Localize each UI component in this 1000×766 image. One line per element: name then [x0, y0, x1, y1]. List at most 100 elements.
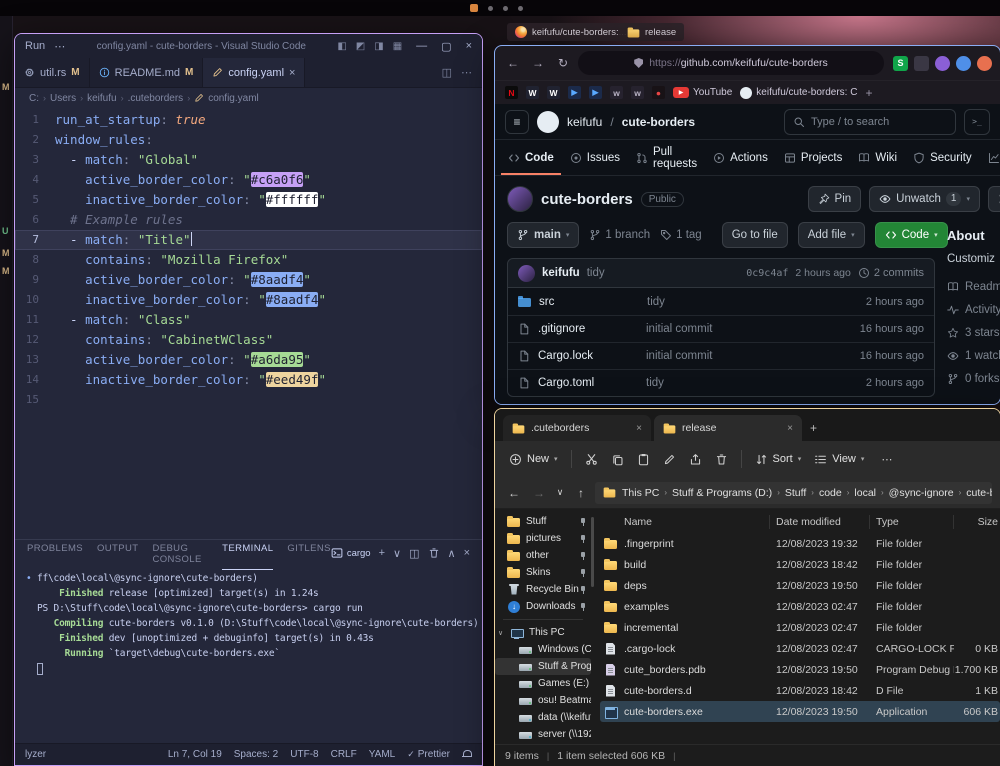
- terminal-dropdown-icon[interactable]: ∨: [393, 547, 401, 560]
- repo-tab-security[interactable]: Security: [906, 140, 979, 175]
- column-header[interactable]: Type: [870, 515, 954, 529]
- bookmark-item[interactable]: w: [610, 86, 623, 99]
- unwatch-button[interactable]: Unwatch 1 ▾: [869, 186, 980, 212]
- workspace-dot-icon[interactable]: [518, 5, 523, 11]
- breadcrumb-user[interactable]: keifufu: [567, 115, 602, 129]
- address-crumb[interactable]: Stuff: [785, 487, 806, 499]
- editor-tab[interactable]: README.md M: [89, 58, 204, 87]
- menu-more-icon[interactable]: ⋯: [54, 40, 65, 53]
- status-item[interactable]: ✓ Prettier: [407, 749, 450, 760]
- file-link[interactable]: .gitignore: [538, 323, 638, 335]
- commit-message-link[interactable]: tidy: [647, 296, 858, 308]
- maximize-panel-icon[interactable]: ∧: [448, 547, 456, 560]
- go-to-file-button[interactable]: Go to file: [721, 222, 788, 248]
- file-row[interactable]: .gitignore initial commit 16 hours ago: [508, 315, 934, 342]
- bookmark-item[interactable]: +: [865, 86, 872, 100]
- status-item[interactable]: Ln 7, Col 19: [168, 749, 222, 760]
- sort-button[interactable]: Sort ▾: [755, 453, 801, 466]
- file-row[interactable]: examples 12/08/2023 02:47 File folder: [600, 596, 1000, 617]
- url-bar[interactable]: https://github.com/keifufu/cute-borders: [578, 51, 884, 75]
- layout-panel-icon[interactable]: ◩: [356, 41, 365, 52]
- status-rust-analyzer[interactable]: lyzer: [25, 749, 46, 760]
- file-row[interactable]: Cargo.toml tidy 2 hours ago: [508, 369, 934, 396]
- editor-tab[interactable]: util.rs M: [15, 58, 90, 87]
- extension-4-icon[interactable]: [977, 55, 992, 71]
- status-item[interactable]: UTF-8: [290, 749, 318, 760]
- maximize-button[interactable]: ▢: [441, 40, 451, 53]
- breadcrumb-item[interactable]: C:: [29, 93, 39, 104]
- repo-tab-wiki[interactable]: Wiki: [851, 140, 904, 175]
- github-logo-icon[interactable]: [537, 110, 559, 133]
- pin-button[interactable]: Pin: [807, 186, 862, 212]
- bookmark-item[interactable]: w: [631, 86, 644, 99]
- editor-more-icon[interactable]: ⋯: [461, 66, 472, 79]
- forward-button[interactable]: →: [528, 56, 548, 70]
- system-tray-icon[interactable]: [470, 4, 478, 12]
- repo-tab-pull-requests[interactable]: Pull requests: [629, 140, 704, 175]
- sponsorblock-icon[interactable]: S: [893, 55, 908, 71]
- hamburger-menu-icon[interactable]: ≡: [505, 109, 529, 134]
- close-panel-icon[interactable]: ×: [464, 547, 470, 559]
- repo-name[interactable]: cute-borders: [541, 191, 633, 208]
- menu-run[interactable]: Run: [25, 40, 45, 52]
- file-row[interactable]: src tidy 2 hours ago: [508, 288, 934, 315]
- more-options-icon[interactable]: ⋯: [881, 453, 892, 466]
- explorer-tab[interactable]: .cuteborders ×: [503, 415, 651, 441]
- file-link[interactable]: src: [539, 296, 639, 308]
- extension-1-icon[interactable]: [914, 55, 929, 71]
- file-row[interactable]: Cargo.lock initial commit 16 hours ago: [508, 342, 934, 369]
- sidebar-item[interactable]: Stuff: [495, 513, 591, 530]
- new-button[interactable]: New ▾: [509, 453, 558, 466]
- about-stat[interactable]: 0 forks: [947, 367, 1000, 390]
- file-row[interactable]: cute_borders.pdb 12/08/2023 19:50 Program …: [600, 659, 1000, 680]
- explorer-tab[interactable]: release ×: [654, 415, 802, 441]
- panel-tab[interactable]: DEBUG CONSOLE: [152, 537, 208, 570]
- new-tab-icon[interactable]: +: [810, 421, 817, 435]
- column-header[interactable]: Name: [600, 515, 770, 529]
- bookmark-item[interactable]: N: [505, 86, 518, 99]
- file-row[interactable]: cute-borders.exe 12/08/2023 19:50 Applicat…: [600, 701, 1000, 722]
- sidebar-item[interactable]: Downloads: [495, 598, 591, 615]
- panel-tab[interactable]: GITLENS: [287, 537, 330, 570]
- view-button[interactable]: View ▾: [814, 453, 864, 466]
- breadcrumb-repo[interactable]: cute-borders: [622, 115, 695, 129]
- taskbar-item-explorer[interactable]: release: [619, 23, 685, 41]
- sidebar-item[interactable]: ∨ This PC: [495, 624, 591, 641]
- close-tab-icon[interactable]: ×: [787, 423, 793, 434]
- file-row[interactable]: .fingerprint 12/08/2023 19:32 File folder: [600, 533, 1000, 554]
- bookmark-item[interactable]: ▶: [589, 86, 602, 99]
- status-item[interactable]: YAML: [369, 749, 396, 760]
- split-terminal-icon[interactable]: ◫: [409, 547, 419, 560]
- panel-tab[interactable]: OUTPUT: [97, 537, 138, 570]
- sidebar-item[interactable]: Windows (C:): [495, 641, 591, 658]
- address-crumb[interactable]: This PC: [622, 487, 659, 499]
- sidebar-item[interactable]: Skins: [495, 564, 591, 581]
- address-crumb[interactable]: Stuff & Programs (D:): [672, 487, 772, 499]
- column-header[interactable]: Date modified: [770, 515, 870, 529]
- address-crumb[interactable]: code: [819, 487, 842, 499]
- copy-icon[interactable]: [611, 453, 624, 466]
- sidebar-scrollbar[interactable]: [591, 509, 594, 744]
- new-terminal-icon[interactable]: +: [379, 547, 385, 559]
- address-crumb[interactable]: @sync-ignore: [889, 487, 954, 499]
- sidebar-item[interactable]: other: [495, 547, 591, 564]
- breadcrumb-item[interactable]: keifufu: [87, 93, 116, 104]
- notifications-bell-icon[interactable]: [462, 749, 472, 760]
- commit-history-link[interactable]: 2 commits: [858, 267, 924, 279]
- commit-message-link[interactable]: initial commit: [646, 323, 852, 335]
- terminal-instance[interactable]: cargo: [331, 547, 371, 559]
- branch-selector[interactable]: main ▾: [507, 222, 580, 248]
- file-row[interactable]: build 12/08/2023 18:42 File folder: [600, 554, 1000, 575]
- extension-3-icon[interactable]: [956, 55, 971, 71]
- about-stat[interactable]: 3 stars: [947, 321, 1000, 344]
- panel-tab[interactable]: PROBLEMS: [27, 537, 83, 570]
- command-palette-button[interactable]: >_: [964, 108, 990, 135]
- branches-link[interactable]: 1 branch: [589, 229, 650, 241]
- minimize-button[interactable]: —: [416, 40, 427, 52]
- sidebar-item[interactable]: Stuff & Program: [495, 658, 591, 675]
- editor-tab[interactable]: config.yaml ×: [203, 58, 306, 87]
- back-button[interactable]: ←: [503, 56, 523, 70]
- add-file-button[interactable]: Add file ▾: [797, 222, 865, 248]
- sidebar-item[interactable]: data (\\keifufu.l: [495, 709, 591, 726]
- workspace-dot-icon[interactable]: [503, 5, 508, 11]
